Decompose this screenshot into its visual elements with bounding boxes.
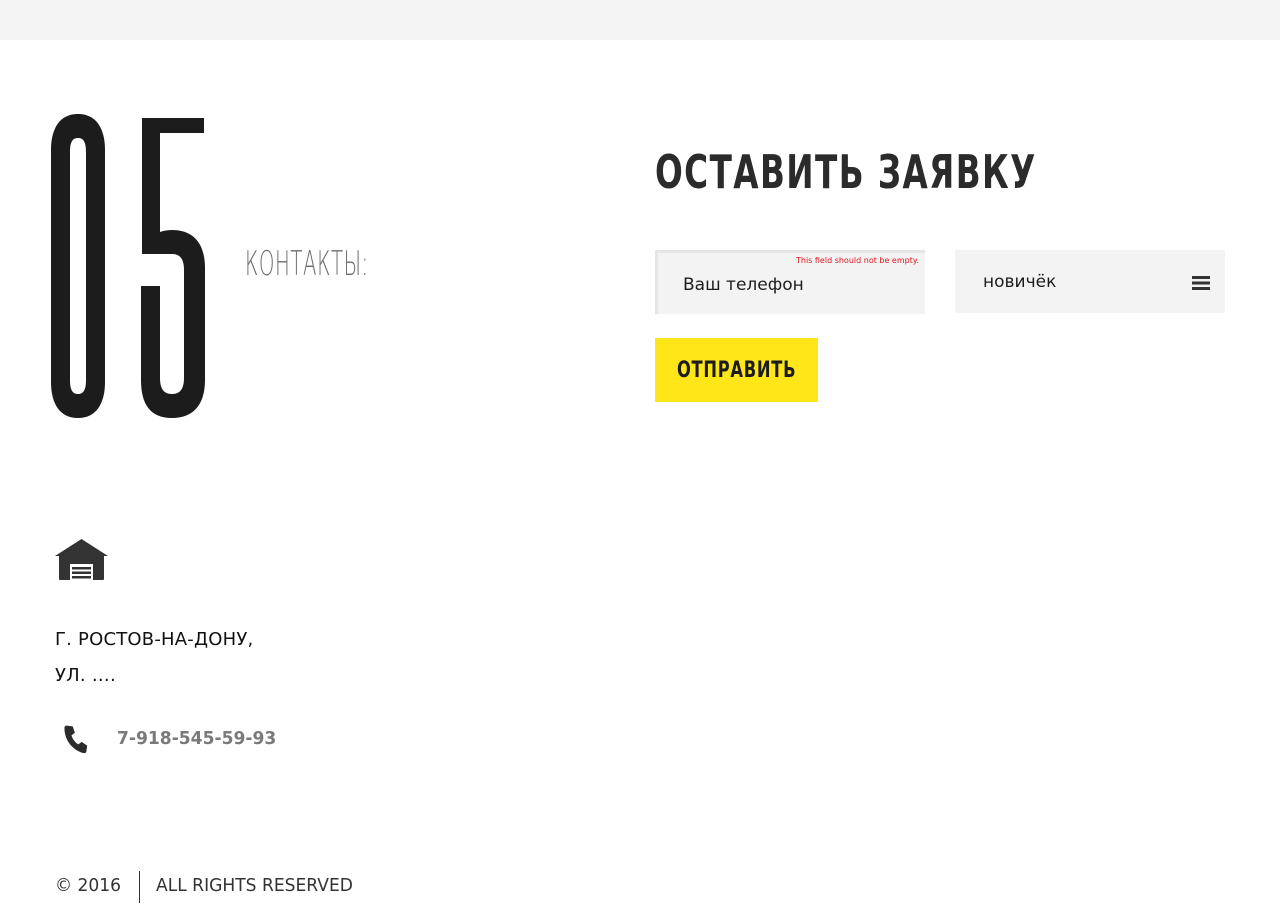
submit-button[interactable]: ОТПРАВИТЬ: [655, 338, 818, 402]
house-icon: [55, 539, 108, 580]
section-number-digit-5: [141, 118, 205, 418]
section-title: КОНТАКТЫ:: [245, 244, 369, 284]
level-select[interactable]: новичёк: [955, 250, 1225, 313]
phone-number[interactable]: 7-918-545-59-93: [117, 728, 276, 749]
phone-icon: [64, 725, 88, 753]
address: Г. РОСТОВ-НА-ДОНУ, УЛ. ….: [55, 622, 253, 694]
footer-copyright: © 2016: [55, 875, 122, 896]
address-line-city: Г. РОСТОВ-НА-ДОНУ,: [55, 629, 254, 650]
address-line-street: УЛ. ….: [55, 665, 116, 686]
form-title: ОСТАВИТЬ ЗАЯВКУ: [655, 145, 1037, 199]
phone-error-message: This field should not be empty.: [796, 256, 919, 265]
footer-divider: [139, 871, 140, 903]
section-number-digit-0: [51, 114, 105, 418]
footer-rights: ALL RIGHTS RESERVED: [156, 875, 353, 896]
phone-field: This field should not be empty.: [655, 250, 925, 314]
level-select-value: новичёк: [983, 272, 1057, 292]
menu-icon: [1192, 276, 1210, 290]
top-bar: [0, 0, 1280, 40]
section-number: [51, 114, 205, 418]
submit-button-label: ОТПРАВИТЬ: [676, 357, 797, 383]
